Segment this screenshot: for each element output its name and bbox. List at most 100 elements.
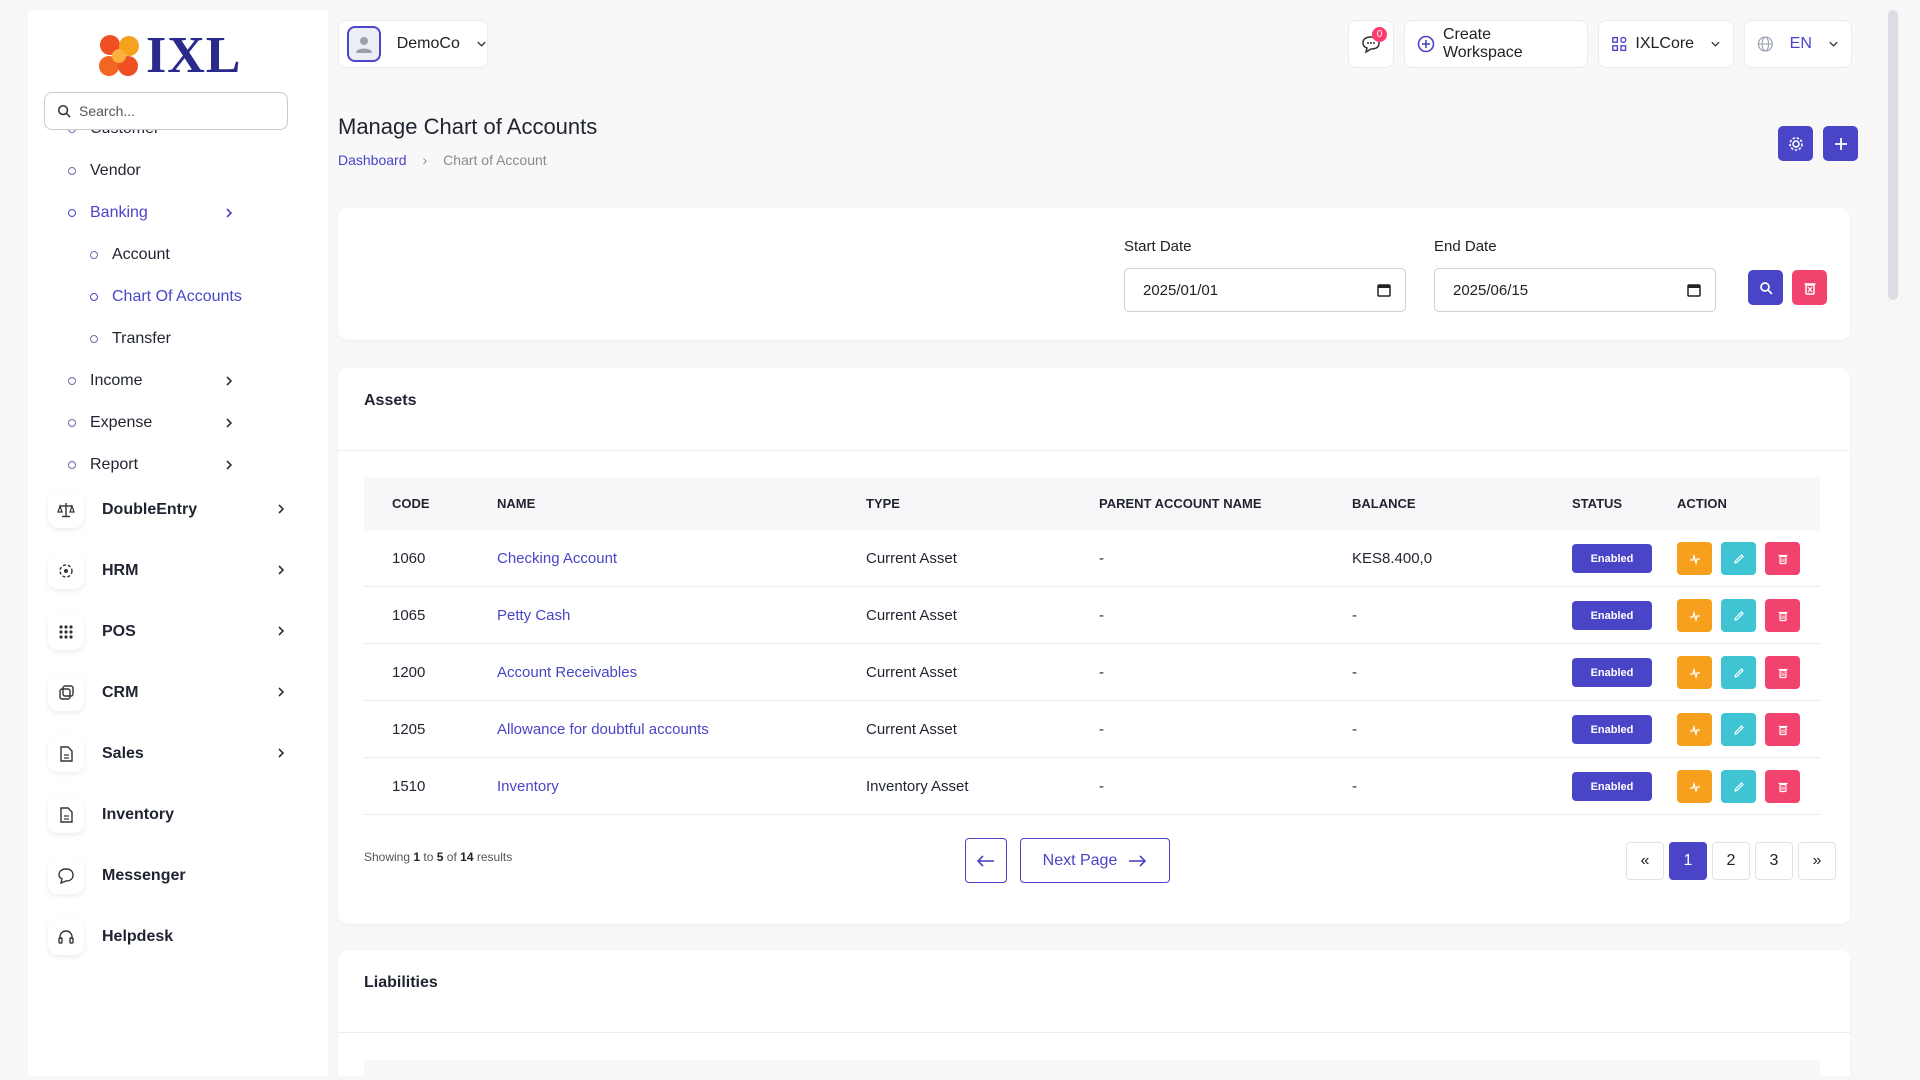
summary-suffix: results (476, 850, 513, 864)
last-page-button[interactable]: » (1798, 842, 1836, 880)
company-switcher[interactable]: DemoCo (338, 20, 488, 68)
calendar-icon[interactable] (1687, 283, 1701, 297)
table-row: 1065 Petty Cash Current Asset - - Enable… (364, 587, 1820, 644)
cell-balance: - (1352, 607, 1357, 624)
delete-button[interactable] (1765, 599, 1800, 632)
previous-page-button[interactable] (965, 838, 1007, 883)
trash-icon (1778, 668, 1787, 678)
page-1-button[interactable]: 1 (1669, 842, 1707, 880)
delete-button[interactable] (1765, 770, 1800, 803)
cell-code: 1060 (392, 550, 426, 567)
pencil-icon (1733, 724, 1744, 735)
sidebar-module-helpdesk[interactable]: Helpdesk (48, 917, 288, 957)
page-3-button[interactable]: 3 (1755, 842, 1793, 880)
calendar-icon[interactable] (1377, 283, 1391, 297)
next-page-button[interactable]: Next Page (1020, 838, 1170, 883)
messages-button[interactable]: 0 (1348, 20, 1394, 68)
page-2-button[interactable]: 2 (1712, 842, 1750, 880)
sidebar-item-label: Vendor (90, 162, 141, 179)
ledger-button[interactable] (1677, 770, 1712, 803)
edit-button[interactable] (1721, 599, 1756, 632)
status-badge: Enabled (1572, 544, 1652, 573)
account-name-link[interactable]: Inventory (497, 758, 559, 815)
chevron-right-icon (278, 626, 285, 636)
sidebar-module-sales[interactable]: Sales (48, 734, 288, 774)
search-input[interactable] (79, 103, 269, 119)
add-account-button[interactable] (1823, 126, 1858, 161)
breadcrumb-dashboard[interactable]: Dashboard (338, 152, 407, 168)
workspace-switcher[interactable]: IXLCore (1598, 20, 1734, 68)
sidebar-item-account[interactable]: Account (90, 240, 170, 270)
chevron-down-icon (1829, 41, 1838, 47)
edit-button[interactable] (1721, 770, 1756, 803)
language-switcher[interactable]: EN (1744, 20, 1852, 68)
cell-code: 1510 (392, 778, 426, 795)
sidebar-item-customer[interactable]: Customer (68, 130, 159, 144)
sidebar-module-inventory[interactable]: Inventory (48, 795, 288, 835)
sidebar-module-crm[interactable]: CRM (48, 673, 288, 713)
chevron-down-icon (1711, 41, 1720, 47)
delete-button[interactable] (1765, 542, 1800, 575)
cell-type: Inventory Asset (866, 778, 969, 795)
sidebar: IXL Customer Vendor Banking (28, 10, 328, 1076)
first-page-button[interactable]: « (1626, 842, 1664, 880)
avatar (347, 26, 381, 62)
edit-button[interactable] (1721, 542, 1756, 575)
trash-icon (1804, 282, 1815, 295)
pencil-icon (1733, 781, 1744, 792)
sidebar-module-hrm[interactable]: HRM (48, 551, 288, 591)
edit-button[interactable] (1721, 656, 1756, 689)
status-badge: Enabled (1572, 658, 1652, 687)
account-name-link[interactable]: Petty Cash (497, 587, 570, 644)
account-name-link[interactable]: Allowance for doubtful accounts (497, 701, 709, 758)
account-name-link[interactable]: Account Receivables (497, 644, 637, 701)
sidebar-module-pos[interactable]: POS (48, 612, 288, 652)
sidebar-item-chart-of-accounts[interactable]: Chart Of Accounts (90, 282, 242, 312)
col-balance: BALANCE (1352, 496, 1416, 511)
table-row: 1200 Account Receivables Current Asset -… (364, 644, 1820, 701)
start-date-input[interactable]: 2025/01/01 (1124, 268, 1406, 312)
account-name-link[interactable]: Checking Account (497, 530, 617, 587)
pencil-icon (1733, 553, 1744, 564)
delete-button[interactable] (1765, 713, 1800, 746)
cell-parent: - (1099, 721, 1104, 738)
create-workspace-button[interactable]: Create Workspace (1404, 20, 1588, 68)
apply-filter-button[interactable] (1748, 270, 1783, 305)
sidebar-item-label: Customer (90, 130, 159, 138)
assets-title: Assets (364, 392, 417, 409)
liabilities-title: Liabilities (364, 974, 438, 991)
end-date-input[interactable]: 2025/06/15 (1434, 268, 1716, 312)
delete-button[interactable] (1765, 656, 1800, 689)
bullet-icon (68, 419, 76, 427)
ledger-button[interactable] (1677, 599, 1712, 632)
apps-icon (1612, 36, 1627, 52)
sidebar-item-report[interactable]: Report (68, 450, 233, 480)
module-label: Inventory (102, 806, 175, 823)
search-box[interactable] (44, 92, 288, 130)
module-label: HRM (102, 562, 139, 579)
ledger-button[interactable] (1677, 656, 1712, 689)
page-scrollbar[interactable] (1888, 10, 1898, 300)
edit-button[interactable] (1721, 713, 1756, 746)
sidebar-item-banking[interactable]: Banking (68, 198, 233, 228)
logo[interactable]: IXL (96, 26, 241, 85)
sidebar-item-transfer[interactable]: Transfer (90, 324, 171, 354)
table-header: CODE NAME TYPE PARENT ACCOUNT NAME BALAN… (364, 478, 1820, 530)
plus-circle-icon (1417, 35, 1435, 53)
settings-button[interactable] (1778, 126, 1813, 161)
results-summary: Showing 1 to 5 of 14 results (364, 850, 512, 864)
chevron-right-icon (278, 748, 285, 758)
ledger-button[interactable] (1677, 713, 1712, 746)
search-icon (57, 104, 71, 118)
sidebar-item-income[interactable]: Income (68, 366, 233, 396)
cell-parent: - (1099, 778, 1104, 795)
sidebar-item-expense[interactable]: Expense (68, 408, 233, 438)
sidebar-item-vendor[interactable]: Vendor (68, 156, 141, 186)
bullet-icon (68, 130, 76, 133)
ledger-button[interactable] (1677, 542, 1712, 575)
sidebar-module-messenger[interactable]: Messenger (48, 856, 288, 896)
col-code: CODE (392, 496, 430, 511)
breadcrumb-current: Chart of Account (443, 152, 547, 168)
clear-filter-button[interactable] (1792, 270, 1827, 305)
sidebar-module-doubleentry[interactable]: DoubleEntry (48, 490, 288, 530)
